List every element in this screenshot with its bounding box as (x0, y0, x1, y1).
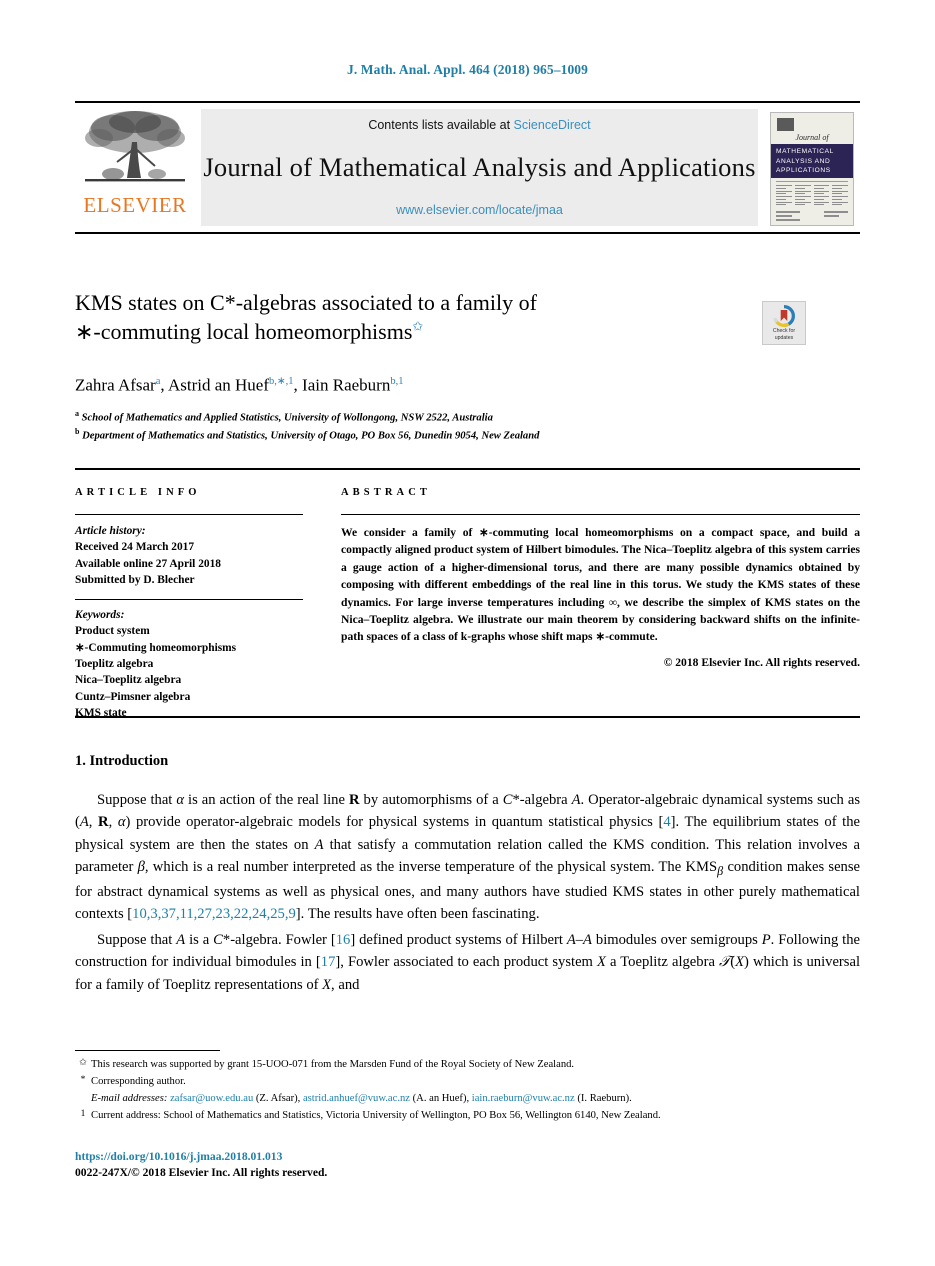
body-paragraph: Suppose that α is an action of the real … (75, 792, 861, 922)
journal-homepage-link[interactable]: www.elsevier.com/locate/jmaa (396, 203, 563, 217)
journal-cover-thumbnail[interactable]: Journal of MATHEMATICAL ANALYSIS AND APP… (770, 112, 854, 226)
footnote-item: 1 Current address: School of Mathematics… (75, 1107, 860, 1124)
history-item: Available online 27 April 2018 (75, 557, 221, 570)
info-band-top-rule (75, 468, 860, 470)
footnote-marker: ✩ (79, 1058, 87, 1068)
cover-publisher-mark (777, 118, 794, 131)
footnote-text: This research was supported by grant 15-… (91, 1059, 575, 1070)
abstract-heading: ABSTRACT (341, 487, 431, 498)
cover-title-band: MATHEMATICAL ANALYSIS AND APPLICATIONS (771, 144, 853, 178)
title-line-2: ∗-commuting local homeomorphisms (75, 319, 413, 345)
cover-journal-of: Journal of (795, 133, 829, 142)
sciencedirect-link[interactable]: ScienceDirect (514, 118, 591, 132)
crossmark-line-1: Check for (772, 328, 796, 334)
history-item: Received 24 March 2017 (75, 541, 195, 554)
article-info-rule (75, 514, 303, 515)
footnote-email-line[interactable]: E-mail addresses: zafsar@uow.edu.au (Z. … (91, 1090, 860, 1107)
title-block: KMS states on C*-algebras associated to … (75, 288, 735, 444)
affiliation-item: a School of Mathematics and Applied Stat… (75, 408, 735, 426)
footnote-item: * Corresponding author. (75, 1073, 860, 1090)
journal-title: Journal of Mathematical Analysis and App… (203, 152, 756, 182)
abstract-rule (341, 514, 860, 515)
cover-band-line-3: APPLICATIONS (776, 167, 831, 175)
history-item: Submitted by D. Blecher (75, 574, 195, 587)
affiliation-text: Department of Mathematics and Statistics… (82, 430, 540, 442)
journal-cover-cell: Journal of MATHEMATICAL ANALYSIS AND APP… (764, 106, 860, 232)
doi-link[interactable]: https://doi.org/10.1016/j.jmaa.2018.01.0… (75, 1149, 327, 1165)
cover-band-line-2: ANALYSIS AND (776, 157, 831, 165)
affiliation-item: b Department of Mathematics and Statisti… (75, 426, 735, 444)
elsevier-logo: ELSEVIER (75, 106, 195, 232)
cover-footer (776, 211, 848, 221)
keyword-item: Product system (75, 625, 150, 638)
article-page: J. Math. Anal. Appl. 464 (2018) 965–1009 (0, 0, 935, 1266)
affiliation-list: a School of Mathematics and Applied Stat… (75, 408, 735, 444)
footnote-marker: 1 (80, 1109, 86, 1120)
footnote-divider (75, 1050, 220, 1051)
affiliation-text: School of Mathematics and Applied Statis… (81, 412, 493, 424)
running-head: J. Math. Anal. Appl. 464 (2018) 965–1009 (346, 62, 589, 77)
cover-divider (776, 181, 848, 182)
footnote-text: Corresponding author. (91, 1076, 186, 1088)
body-paragraph: Suppose that A is a C*-algebra. Fowler [… (75, 932, 861, 993)
title-footnote-marker[interactable]: ✩ (412, 319, 423, 334)
crossmark-icon (773, 305, 795, 327)
crossmark-badge[interactable]: Check for updates (762, 301, 806, 345)
keywords-title: Keywords: (75, 608, 125, 621)
keywords-rule (75, 598, 303, 600)
crossmark-line-2: updates (774, 334, 794, 341)
crossmark-label: Check for updates (773, 328, 795, 341)
abstract-column: ABSTRACT We consider a family of ∗-commu… (341, 487, 860, 669)
abstract-copyright: © 2018 Elsevier Inc. All rights reserved… (663, 655, 860, 669)
article-history-block: Article history: Received 24 March 2017 … (75, 523, 303, 589)
author-list: Zahra Afsara, Astrid an Huefb,∗,1, Iain … (75, 375, 404, 395)
issn-copyright: 0022-247X/© 2018 Elsevier Inc. All right… (75, 1166, 328, 1180)
keyword-item: Cuntz–Pimsner algebra (75, 690, 191, 703)
keyword-item: Toeplitz algebra (75, 657, 154, 670)
elsevier-tree-icon (85, 111, 185, 182)
affiliation-marker: b (75, 427, 80, 437)
section-heading: 1. Introduction (75, 753, 169, 769)
abstract-text: We consider a family of ∗-commuting loca… (341, 526, 860, 644)
contents-list-line: Contents lists available at ScienceDirec… (368, 118, 590, 132)
introduction-section: 1. Introduction Suppose that α is an act… (75, 753, 860, 1000)
footnote-marker: * (80, 1075, 86, 1086)
elsevier-wordmark: ELSEVIER (83, 193, 187, 217)
page-title: KMS states on C*-algebras associated to … (75, 288, 735, 347)
title-line-1: KMS states on C*-algebras associated to … (75, 290, 537, 315)
keyword-item: Nica–Toeplitz algebra (75, 674, 182, 687)
keyword-item: ∗-Commuting homeomorphisms (75, 641, 237, 654)
journal-masthead: ELSEVIER Contents lists available at Sci… (75, 101, 860, 234)
footnote-item: E-mail addresses: zafsar@uow.edu.au (Z. … (75, 1090, 860, 1107)
footnote-text: Current address: School of Mathematics a… (91, 1110, 661, 1122)
affiliation-marker: a (75, 409, 79, 419)
cover-band-line-1: MATHEMATICAL (776, 148, 834, 155)
keywords-block: Keywords: Product system ∗-Commuting hom… (75, 607, 303, 722)
article-info-heading: ARTICLE INFO (75, 487, 201, 498)
footer-identifiers: https://doi.org/10.1016/j.jmaa.2018.01.0… (75, 1149, 327, 1182)
keyword-item: KMS state (75, 707, 127, 720)
footnote-item: ✩ This research was supported by grant 1… (75, 1056, 860, 1073)
contents-prefix: Contents lists available at (368, 118, 514, 132)
masthead-center: Contents lists available at ScienceDirec… (201, 109, 758, 226)
article-info-column: ARTICLE INFO Article history: Received 2… (75, 487, 303, 722)
cover-contents-columns (776, 185, 848, 205)
article-history-title: Article history: (75, 525, 146, 537)
footnote-list: ✩ This research was supported by grant 1… (75, 1056, 860, 1125)
